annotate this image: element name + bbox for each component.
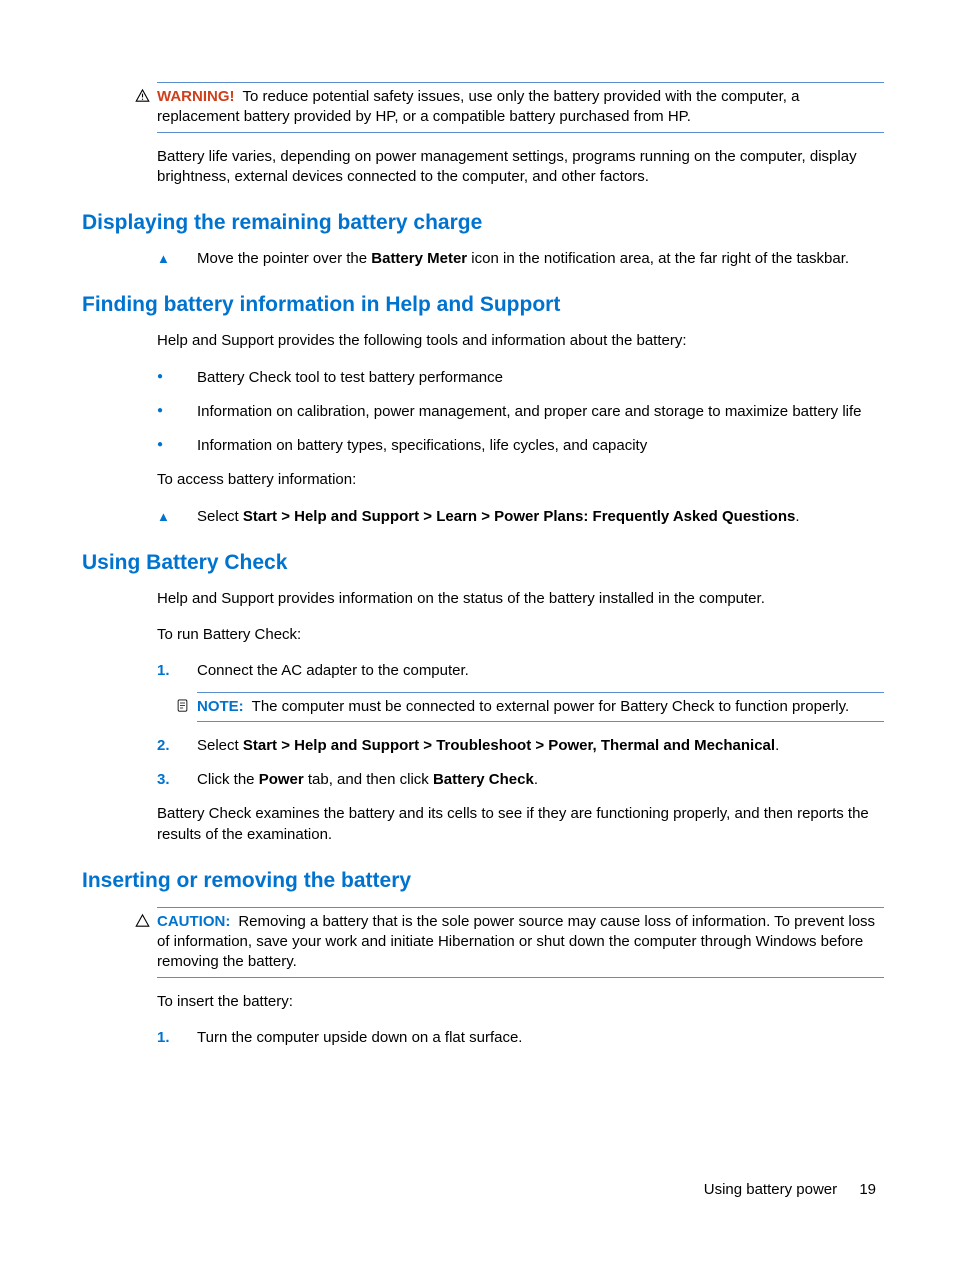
step-list-display-charge: Move the pointer over the Battery Meter … bbox=[157, 249, 884, 269]
page-footer: Using battery power 19 bbox=[704, 1181, 876, 1198]
list-item: Information on battery types, specificat… bbox=[157, 436, 884, 456]
run-battery-check: To run Battery Check: bbox=[157, 625, 884, 645]
list-item: 1. Turn the computer upside down on a fl… bbox=[157, 1028, 884, 1048]
heading-using-battery-check: Using Battery Check bbox=[82, 551, 884, 575]
warning-text: To reduce potential safety issues, use o… bbox=[157, 88, 800, 125]
list-item: 1. Connect the AC adapter to the compute… bbox=[157, 661, 884, 722]
caution-label: CAUTION: bbox=[157, 913, 230, 930]
warning-label: WARNING! bbox=[157, 88, 235, 105]
footer-section: Using battery power bbox=[704, 1181, 837, 1198]
heading-displaying-charge: Displaying the remaining battery charge bbox=[82, 211, 884, 235]
list-item: Information on calibration, power manage… bbox=[157, 402, 884, 422]
caution-admonition: CAUTION:Removing a battery that is the s… bbox=[157, 907, 884, 978]
note-admonition: NOTE: The computer must be connected to e… bbox=[197, 692, 884, 722]
access-battery-info: To access battery information: bbox=[157, 470, 884, 490]
step-item: Move the pointer over the Battery Meter … bbox=[157, 249, 884, 269]
help-support-intro: Help and Support provides the following … bbox=[157, 331, 884, 351]
list-item: 3. Click the Power tab, and then click B… bbox=[157, 770, 884, 790]
heading-finding-info: Finding battery information in Help and … bbox=[82, 293, 884, 317]
battery-life-paragraph: Battery life varies, depending on power … bbox=[157, 147, 884, 188]
battery-check-intro: Help and Support provides information on… bbox=[157, 589, 884, 609]
ordered-list-insert-battery: 1. Turn the computer upside down on a fl… bbox=[157, 1028, 884, 1048]
list-item: Battery Check tool to test battery perfo… bbox=[157, 368, 884, 388]
step-list-access-info: Select Start > Help and Support > Learn … bbox=[157, 507, 884, 527]
bullet-list-battery-info: Battery Check tool to test battery perfo… bbox=[157, 368, 884, 457]
page-number: 19 bbox=[859, 1181, 876, 1198]
list-item: 2. Select Start > Help and Support > Tro… bbox=[157, 736, 884, 756]
warning-admonition: WARNING!To reduce potential safety issue… bbox=[157, 82, 884, 133]
document-page: WARNING!To reduce potential safety issue… bbox=[0, 0, 954, 1270]
note-text: The computer must be connected to extern… bbox=[252, 698, 850, 715]
note-label: NOTE: bbox=[197, 698, 244, 715]
battery-check-result: Battery Check examines the battery and i… bbox=[157, 804, 884, 845]
note-icon bbox=[175, 698, 190, 713]
step-item: Select Start > Help and Support > Learn … bbox=[157, 507, 884, 527]
warning-triangle-icon bbox=[135, 88, 150, 103]
ordered-list-battery-check: 1. Connect the AC adapter to the compute… bbox=[157, 661, 884, 790]
insert-battery: To insert the battery: bbox=[157, 992, 884, 1012]
caution-text: Removing a battery that is the sole powe… bbox=[157, 913, 875, 971]
caution-triangle-icon bbox=[135, 913, 150, 928]
heading-inserting-removing: Inserting or removing the battery bbox=[82, 869, 884, 893]
